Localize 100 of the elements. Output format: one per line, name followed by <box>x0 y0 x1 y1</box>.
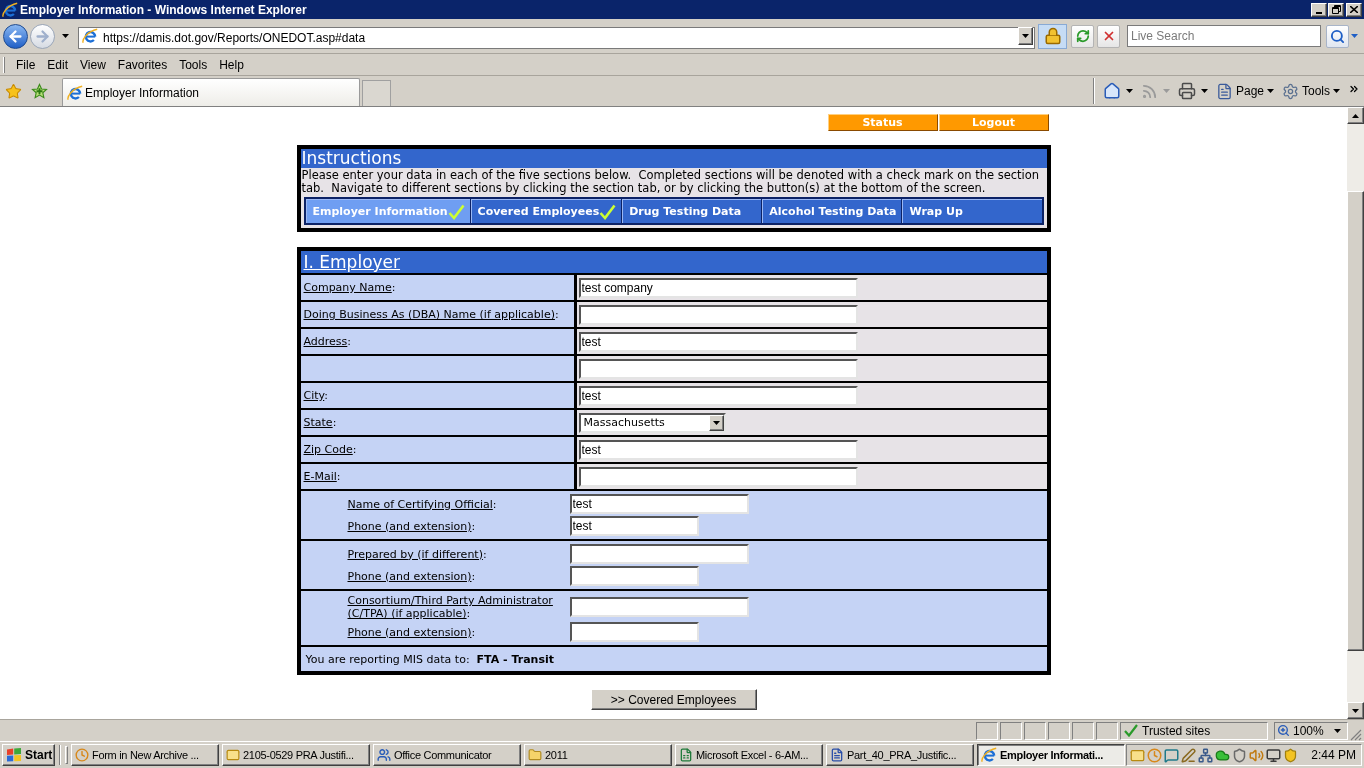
arrow-right-icon <box>34 27 51 45</box>
section-tab[interactable]: Alcohol Testing Data <box>762 199 902 223</box>
restore-button[interactable] <box>1328 2 1344 17</box>
taskbar-item[interactable]: Microsoft Excel - 6-AM... <box>675 744 823 766</box>
section-tab[interactable]: Drug Testing Data <box>622 199 762 223</box>
caret-icon <box>1162 89 1170 93</box>
e-logo-icon <box>82 28 98 44</box>
field-label: Name of Certifying Official: <box>347 497 497 511</box>
e-logo-icon <box>981 747 997 763</box>
text-field[interactable] <box>569 544 749 564</box>
text-field[interactable]: test <box>578 439 858 460</box>
restore-icon <box>1331 5 1341 14</box>
state-dropdown[interactable]: Massachusetts <box>578 412 726 433</box>
caret-icon <box>1333 89 1340 93</box>
taskbar-item[interactable]: Employer Informati... <box>977 744 1125 766</box>
scrollbar-thumb[interactable] <box>1347 191 1364 651</box>
monitor-icon[interactable] <box>1266 747 1281 763</box>
stop-button[interactable] <box>1097 24 1120 48</box>
text-field[interactable] <box>569 622 699 642</box>
search-button[interactable] <box>1326 24 1349 48</box>
text-field[interactable]: test <box>578 385 858 406</box>
back-button[interactable] <box>3 23 28 49</box>
start-button[interactable]: Start <box>2 744 55 766</box>
section-tab[interactable]: Wrap Up <box>902 199 1042 223</box>
taskbar-item[interactable]: Form in New Archive ... <box>71 744 219 766</box>
text-field[interactable] <box>578 304 858 325</box>
caret-icon <box>61 34 69 38</box>
menu-item[interactable]: Edit <box>41 58 75 71</box>
menu-item[interactable]: View <box>74 58 112 71</box>
envelope-icon <box>226 748 240 762</box>
text-field[interactable] <box>569 566 699 586</box>
menu-item[interactable]: Favorites <box>111 58 174 71</box>
caret-icon <box>1267 89 1274 93</box>
clock-time: 2:44 PM <box>1311 749 1356 761</box>
folder-icon <box>528 748 542 762</box>
scroll-up-button[interactable] <box>1347 107 1364 124</box>
section-tab[interactable]: Covered Employees <box>470 199 622 223</box>
zoom-button[interactable]: 100% <box>1274 721 1348 740</box>
field-label: Prepared by (if different): <box>347 547 487 561</box>
command-menu-button[interactable]: Page <box>1213 82 1276 100</box>
lock-button[interactable] <box>1038 23 1067 49</box>
star-plus-icon[interactable] <box>31 82 48 100</box>
address-field[interactable]: https://damis.dot.gov/Reports/ONEDOT.asp#data <box>78 27 1035 49</box>
field-label: Phone (and extension): <box>347 569 476 583</box>
field-label: City: <box>303 389 328 402</box>
search-field[interactable]: Live Search <box>1127 25 1321 47</box>
scrollbar[interactable] <box>1347 107 1364 719</box>
taskbar-item[interactable]: 2011 <box>524 744 672 766</box>
cloud-icon[interactable] <box>1215 747 1230 763</box>
scroll-down-button[interactable] <box>1347 702 1364 719</box>
people-icon <box>377 748 391 762</box>
caret-icon <box>1334 728 1341 733</box>
taskbar-item[interactable]: Part_40_PRA_Justific... <box>826 744 974 766</box>
network-icon[interactable] <box>1198 747 1213 763</box>
taskbar-item[interactable]: 2105-0529 PRA Justifi... <box>222 744 370 766</box>
text-field[interactable] <box>569 597 749 617</box>
pen-icon[interactable] <box>1181 747 1196 763</box>
up-arrow-icon <box>1352 113 1359 118</box>
dropdown-arrow-button[interactable] <box>708 414 724 431</box>
text-field[interactable]: test <box>578 331 858 352</box>
menu-item[interactable]: File <box>10 58 42 71</box>
close-button[interactable] <box>1346 2 1362 17</box>
chevron-icon[interactable] <box>1348 83 1360 95</box>
home-icon <box>1102 82 1121 100</box>
check-icon <box>1124 724 1138 737</box>
field-label: Zip Code: <box>303 443 357 456</box>
close-icon <box>1350 6 1358 13</box>
taskbar-item[interactable]: Office Communicator <box>373 744 521 766</box>
minimize-icon <box>1316 11 1322 14</box>
field-label: Phone (and extension): <box>347 625 476 639</box>
menu-item[interactable]: Tools <box>173 58 214 71</box>
status-panel <box>976 721 998 740</box>
resize-grip-icon[interactable] <box>1350 729 1362 741</box>
text-field[interactable]: test <box>569 516 699 536</box>
field-label: Phone (and extension): <box>347 519 476 533</box>
text-field[interactable] <box>578 466 858 487</box>
command-menu-button[interactable]: Tools <box>1280 82 1342 100</box>
menu-item[interactable]: Help <box>213 58 250 71</box>
chat-icon[interactable] <box>1164 747 1179 763</box>
browser-tab[interactable]: Employer Information <box>62 78 360 106</box>
reporting-note: You are reporting MIS data to: FTA - Transit <box>305 653 555 665</box>
text-field[interactable]: test company <box>578 277 858 298</box>
field-label: Address: <box>303 335 352 348</box>
next-section-button[interactable]: >> Covered Employees <box>590 689 757 710</box>
printer-icon <box>1177 82 1196 100</box>
page-icon <box>1215 82 1233 100</box>
field-label: State: <box>303 416 337 429</box>
refresh-button[interactable] <box>1071 24 1094 48</box>
status-panel <box>1048 721 1070 740</box>
shield-icon[interactable] <box>1232 747 1247 763</box>
caret-icon <box>712 420 720 425</box>
status-panel <box>1072 721 1094 740</box>
caret-icon <box>1125 89 1133 93</box>
text-field[interactable] <box>578 358 858 379</box>
favorites-star-icon[interactable] <box>5 82 22 100</box>
minimize-button[interactable] <box>1311 2 1327 17</box>
address-dropdown-button[interactable] <box>1018 27 1033 45</box>
text-field[interactable]: test <box>569 494 749 514</box>
window-title: Employer Information - Windows Internet Explorer <box>20 3 307 16</box>
document-icon <box>830 748 844 762</box>
